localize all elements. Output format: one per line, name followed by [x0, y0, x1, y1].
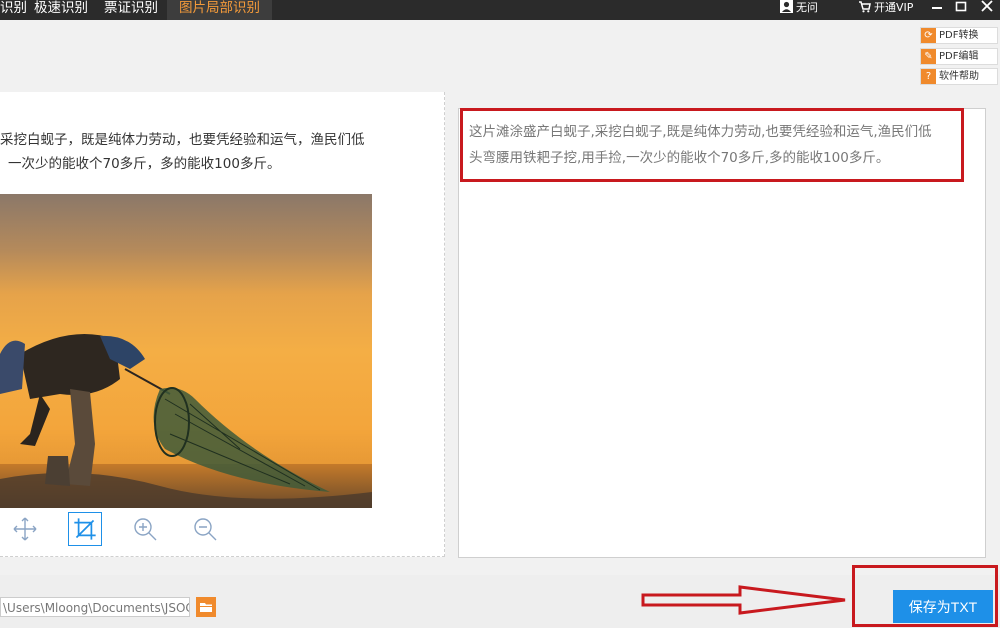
pencil-icon: ✎: [921, 49, 936, 64]
zoom-out-icon: [194, 518, 217, 541]
zoom-in-tool[interactable]: [130, 514, 160, 544]
crop-icon: [74, 518, 96, 540]
pdf-edit-label: PDF编辑: [939, 51, 979, 62]
title-bar: 识别 极速识别 票证识别 图片局部识别 无问 开通VIP: [0, 0, 1000, 20]
tab-partial-image-recognize[interactable]: 图片局部识别: [167, 0, 272, 20]
close-icon: [981, 0, 993, 12]
crop-tool[interactable]: [68, 512, 102, 546]
tab-ticket-recognize[interactable]: 票证识别: [104, 0, 158, 20]
browse-folder-button[interactable]: [196, 597, 216, 617]
minimize-button[interactable]: [928, 0, 946, 16]
source-photo[interactable]: [0, 194, 372, 508]
user-account[interactable]: 无问: [780, 0, 818, 20]
user-icon: [780, 0, 793, 13]
source-text-line: 一次少的能收个70多斤，多的能收100多斤。: [8, 156, 281, 172]
close-button[interactable]: [978, 0, 996, 16]
minimize-icon: [932, 7, 942, 9]
maximize-icon: [955, 1, 967, 12]
zoom-out-tool[interactable]: [190, 514, 220, 544]
help-icon: ?: [921, 69, 936, 84]
move-icon: [13, 517, 37, 541]
pdf-convert-label: PDF转换: [939, 30, 979, 41]
software-help-button[interactable]: ? 软件帮助: [920, 68, 998, 85]
software-help-label: 软件帮助: [939, 71, 979, 82]
pdf-edit-button[interactable]: ✎ PDF编辑: [920, 48, 998, 65]
highlight-box-save: [852, 565, 998, 627]
source-image-text: 采挖白蚬子，既是纯体力劳动，也要凭经验和运气，渔民们低 一次少的能收个70多斤，…: [0, 128, 440, 176]
zoom-in-icon: [134, 518, 157, 541]
move-tool[interactable]: [10, 514, 40, 544]
folder-icon: [200, 603, 212, 612]
refresh-icon: ⟳: [921, 28, 936, 43]
user-name: 无问: [796, 1, 818, 14]
maximize-button[interactable]: [952, 0, 970, 16]
annotation-arrow: [641, 585, 846, 615]
save-path-field[interactable]: \Users\Mloong\Documents\JSOC: [0, 597, 190, 617]
vip-button[interactable]: 开通VIP: [858, 0, 913, 20]
vip-label: 开通VIP: [874, 1, 914, 14]
cart-icon: [859, 1, 871, 13]
pdf-convert-button[interactable]: ⟳ PDF转换: [920, 27, 998, 44]
highlight-box-result: [460, 108, 964, 182]
source-text-line: 采挖白蚬子，既是纯体力劳动，也要凭经验和运气，渔民们低: [0, 132, 365, 148]
source-image-panel: 采挖白蚬子，既是纯体力劳动，也要凭经验和运气，渔民们低 一次少的能收个70多斤，…: [0, 92, 445, 557]
tab-fast-recognize[interactable]: 极速识别: [34, 0, 88, 20]
tab-recognize[interactable]: 识别: [0, 0, 27, 20]
